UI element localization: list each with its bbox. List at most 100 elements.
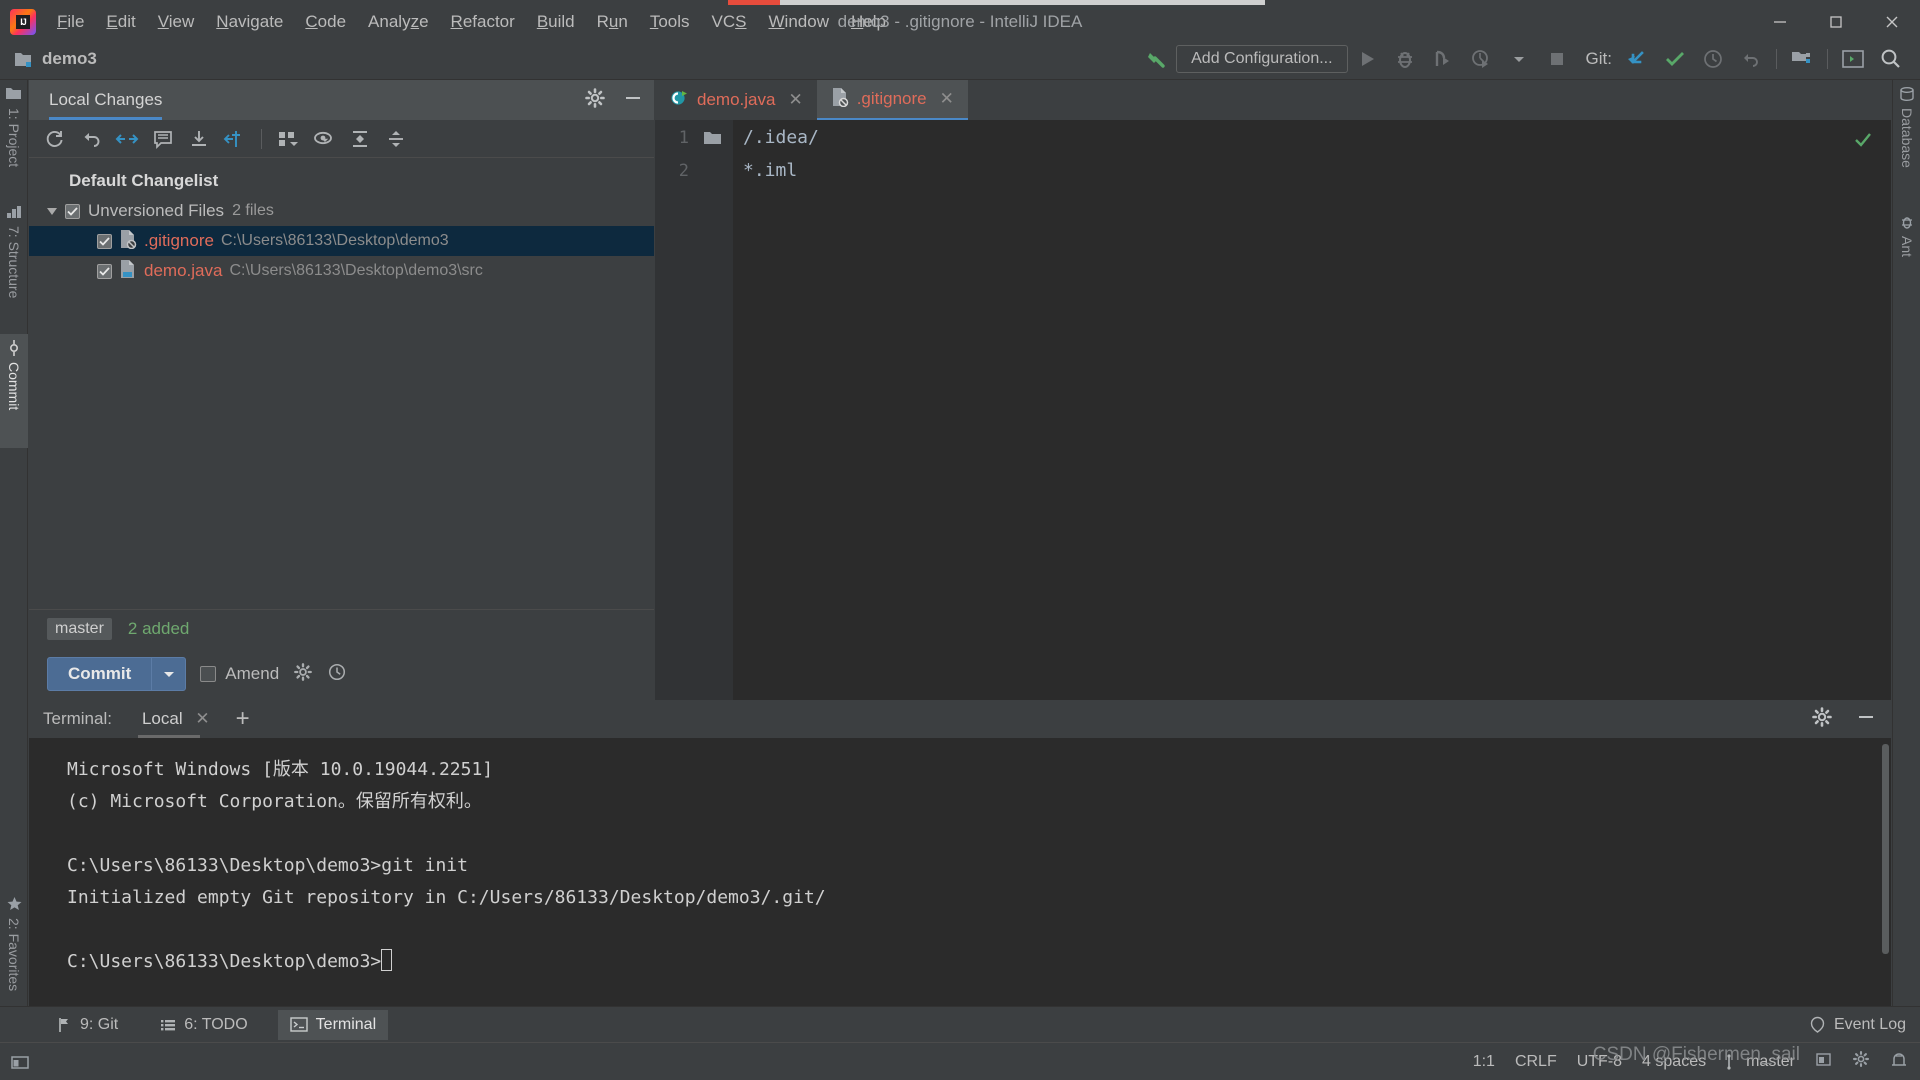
menu-item-refactor[interactable]: Refactor [440,5,526,39]
toolbar-separator [1776,49,1777,69]
menu-item-view[interactable]: View [147,5,206,39]
expand-all-icon[interactable] [344,124,376,154]
caret-position[interactable]: 1:1 [1473,1053,1495,1071]
lc-toolbar-separator [261,128,262,149]
status-branch-widget[interactable]: master [1726,1053,1795,1071]
project-structure-icon[interactable] [1783,44,1821,74]
chevron-down-icon[interactable] [47,207,57,215]
editor-gutter[interactable]: 1 2 [655,120,733,700]
ok-checkmark-icon[interactable] [1853,130,1873,155]
changelist-default[interactable]: Default Changelist [29,166,654,196]
minimize-button[interactable] [1752,5,1808,39]
editor-body[interactable]: 1 2 /.idea/ *.iml [655,120,1891,700]
bottom-tab-terminal[interactable]: Terminal [277,1009,389,1040]
collapse-all-icon[interactable] [380,124,412,154]
file-encoding[interactable]: UTF-8 [1577,1053,1622,1071]
menu-item-analyze[interactable]: Analyze [357,5,440,39]
download-icon[interactable] [183,124,215,154]
menu-item-code[interactable]: Code [294,5,357,39]
group-by-icon[interactable] [272,124,304,154]
code-content[interactable]: /.idea/ *.iml [733,120,1891,700]
terminal-tab-local[interactable]: Local ✕ [137,700,214,738]
commit-dropdown-button[interactable] [151,658,185,690]
gear-icon[interactable] [1811,706,1833,733]
git-commit-icon[interactable] [1656,44,1694,74]
menu-item-vcs[interactable]: VCS [701,5,758,39]
indent-setting[interactable]: 4 spaces [1642,1053,1706,1071]
menu-item-file[interactable]: FFileile [46,5,95,39]
run-coverage-icon[interactable] [1424,44,1462,74]
search-everywhere-icon[interactable] [1872,44,1910,74]
sidebar-item-structure[interactable]: 7: Structure [0,198,28,328]
sidebar-item-ant[interactable]: Ant [1893,208,1920,288]
close-icon[interactable]: ✕ [940,89,954,109]
chevron-down-icon[interactable] [1500,44,1538,74]
widget-icon[interactable] [10,1052,30,1072]
git-update-icon[interactable] [1618,44,1656,74]
add-configuration-button[interactable]: Add Configuration... [1176,45,1348,73]
menu-item-navigate[interactable]: Navigate [205,5,294,39]
terminal-line: (c) Microsoft Corporation。保留所有权利。 [67,791,482,812]
run-icon[interactable] [1348,44,1386,74]
stop-icon[interactable] [1538,44,1576,74]
project-widget[interactable]: demo3 [14,49,97,69]
profiler-icon[interactable] [1462,44,1500,74]
terminal-output[interactable]: Microsoft Windows [版本 10.0.19044.2251] (… [29,738,1891,1006]
terminal-tab-local-label: Local [141,709,183,728]
git-rollback-icon[interactable] [1732,44,1770,74]
table-row[interactable]: .gitignore C:\Users\86133\Desktop\demo3 [29,226,654,256]
comment-icon[interactable] [147,124,179,154]
close-icon[interactable]: ✕ [195,709,209,728]
changes-tree[interactable]: Default Changelist Unversioned Files 2 f… [29,158,654,609]
history-clock-icon[interactable] [327,662,347,687]
git-history-icon[interactable] [1694,44,1732,74]
commit-button[interactable]: Commit [47,657,187,691]
settings-gear-icon[interactable] [1852,1050,1870,1073]
tab-demo-java[interactable]: demo.java ✕ [655,80,817,120]
menu-item-window[interactable]: Window [758,5,840,39]
menu-item-help[interactable]: Help [840,5,897,39]
amend-checkbox-box[interactable] [200,666,217,682]
terminal-scrollbar[interactable] [1882,744,1889,954]
line-separator[interactable]: CRLF [1515,1053,1557,1071]
sidebar-item-database[interactable]: Database [1893,80,1920,200]
menu-item-run[interactable]: Run [586,5,639,39]
gear-icon[interactable] [293,662,313,687]
amend-checkbox[interactable]: Amend [200,664,279,684]
close-button[interactable] [1864,5,1920,39]
add-terminal-tab-button[interactable]: + [236,707,250,731]
move-to-changelist-icon[interactable] [219,124,251,154]
terminal-icon[interactable] [1834,44,1872,74]
close-icon[interactable]: ✕ [788,90,802,110]
gitignore-file-icon [831,87,849,112]
revert-icon[interactable] [111,124,143,154]
tab-gitignore[interactable]: .gitignore ✕ [816,80,968,120]
event-log-button[interactable]: Event Log [1809,1016,1906,1034]
refresh-icon[interactable] [39,124,71,154]
bottom-tab-git[interactable]: 9: Git [44,1010,130,1040]
menu-item-edit[interactable]: Edit [95,5,146,39]
sidebar-item-project[interactable]: 1: Project [0,80,28,192]
debug-icon[interactable] [1386,44,1424,74]
folder-icon[interactable] [703,130,723,151]
build-hammer-icon[interactable] [1138,44,1176,74]
gear-icon[interactable] [584,87,606,114]
bottom-tab-todo[interactable]: 6: TODO [148,1010,259,1040]
menu-item-build[interactable]: Build [526,5,586,39]
rollback-icon[interactable] [75,124,107,154]
minimize-icon[interactable] [622,87,644,114]
table-row[interactable]: demo.java C:\Users\86133\Desktop\demo3\s… [29,256,654,286]
unversioned-files-group[interactable]: Unversioned Files 2 files [29,196,654,226]
memory-indicator-icon[interactable] [1815,1051,1832,1073]
file-checkbox[interactable] [97,263,112,279]
menu-item-tools[interactable]: Tools [639,5,701,39]
preview-eye-icon[interactable] [308,124,340,154]
sidebar-item-commit[interactable]: Commit [0,334,28,448]
hector-icon[interactable] [1890,1050,1908,1073]
tab-local-changes[interactable]: Local Changes [49,80,163,120]
file-checkbox[interactable] [97,233,112,249]
maximize-button[interactable] [1808,5,1864,39]
minimize-icon[interactable] [1855,706,1877,733]
group-checkbox[interactable] [65,203,80,219]
status-bar-left[interactable] [10,1052,30,1072]
